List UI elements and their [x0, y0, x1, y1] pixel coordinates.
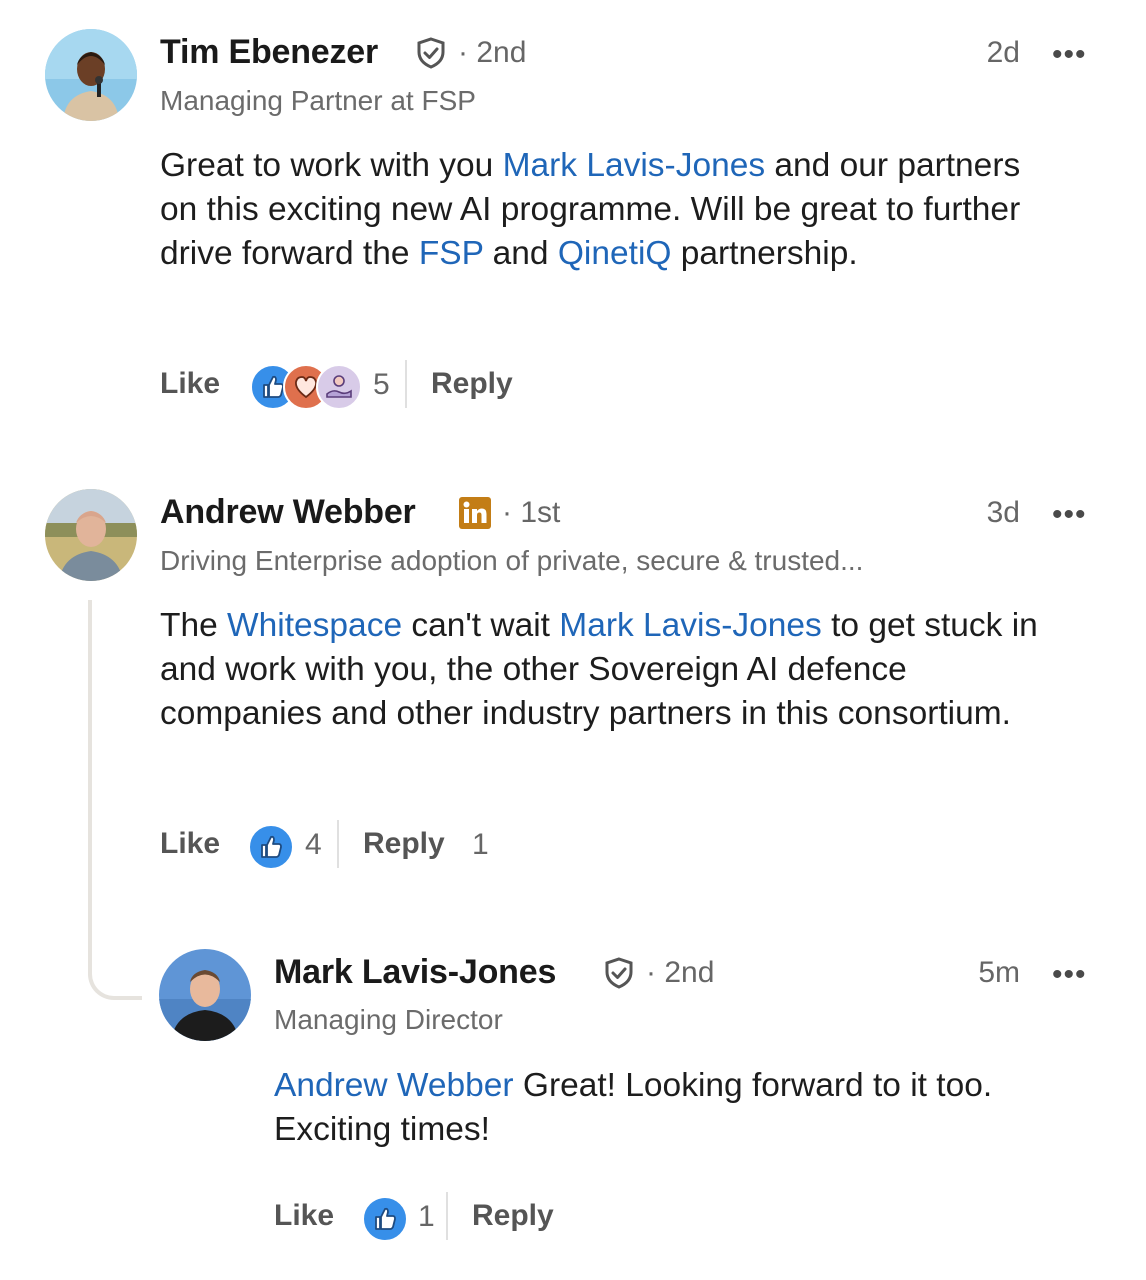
- comment-text: The Whitespace can't wait Mark Lavis-Jon…: [160, 604, 1050, 736]
- avatar[interactable]: [159, 949, 251, 1041]
- timestamp: 3d: [986, 496, 1020, 529]
- mention-link[interactable]: Whitespace: [227, 607, 402, 644]
- comment-text: Great to work with you Mark Lavis-Jones …: [160, 144, 1060, 276]
- comment-text: Andrew Webber Great! Looking forward to …: [274, 1064, 1064, 1152]
- like-reaction-icon: [362, 1196, 408, 1242]
- like-reaction-icon: [248, 824, 294, 870]
- linkedin-premium-icon: [458, 496, 492, 530]
- author-name[interactable]: Mark Lavis-Jones: [274, 953, 556, 992]
- reply-button[interactable]: Reply: [472, 1199, 554, 1233]
- more-options-button[interactable]: •••: [1052, 498, 1087, 532]
- connection-degree: · 2nd: [458, 36, 527, 69]
- mention-link[interactable]: FSP: [419, 235, 484, 272]
- avatar[interactable]: [45, 29, 137, 121]
- mention-link[interactable]: Andrew Webber: [274, 1067, 514, 1104]
- reaction-count[interactable]: 4: [305, 828, 322, 862]
- reaction-count[interactable]: 5: [373, 368, 390, 402]
- author-name[interactable]: Tim Ebenezer: [160, 33, 378, 72]
- reply-count[interactable]: 1: [472, 828, 489, 862]
- divider: [337, 820, 339, 868]
- comment-text-run: and: [483, 235, 558, 272]
- author-name[interactable]: Andrew Webber: [160, 493, 416, 532]
- comment-text-run: Great to work with you: [160, 147, 503, 184]
- connection-degree: · 2nd: [646, 956, 715, 989]
- comment-text-run: partnership.: [671, 235, 858, 272]
- avatar[interactable]: [45, 489, 137, 581]
- like-button[interactable]: Like: [274, 1199, 334, 1233]
- timestamp: 5m: [978, 956, 1020, 989]
- support-reaction-icon: [316, 364, 362, 410]
- reply-button[interactable]: Reply: [363, 827, 445, 861]
- more-options-button[interactable]: •••: [1052, 958, 1087, 992]
- reply-button[interactable]: Reply: [431, 367, 513, 401]
- more-options-button[interactable]: •••: [1052, 38, 1087, 72]
- verified-shield-icon: [416, 37, 446, 69]
- mention-link[interactable]: Mark Lavis-Jones: [503, 147, 766, 184]
- like-button[interactable]: Like: [160, 367, 220, 401]
- divider: [446, 1192, 448, 1240]
- comment-text-run: The: [160, 607, 228, 644]
- mention-link[interactable]: QinetiQ: [558, 235, 672, 272]
- timestamp: 2d: [986, 36, 1020, 69]
- mention-link[interactable]: Mark Lavis-Jones: [559, 607, 822, 644]
- verified-shield-icon: [604, 957, 634, 989]
- connection-degree: · 1st: [502, 496, 561, 529]
- like-button[interactable]: Like: [160, 827, 220, 861]
- reaction-count[interactable]: 1: [418, 1200, 435, 1234]
- author-headline: Driving Enterprise adoption of private, …: [160, 545, 864, 576]
- divider: [405, 360, 407, 408]
- author-headline: Managing Director: [274, 1004, 503, 1035]
- reply-thread-line: [88, 600, 142, 1000]
- comment-text-run: can't wait: [402, 607, 560, 644]
- author-headline: Managing Partner at FSP: [160, 85, 476, 116]
